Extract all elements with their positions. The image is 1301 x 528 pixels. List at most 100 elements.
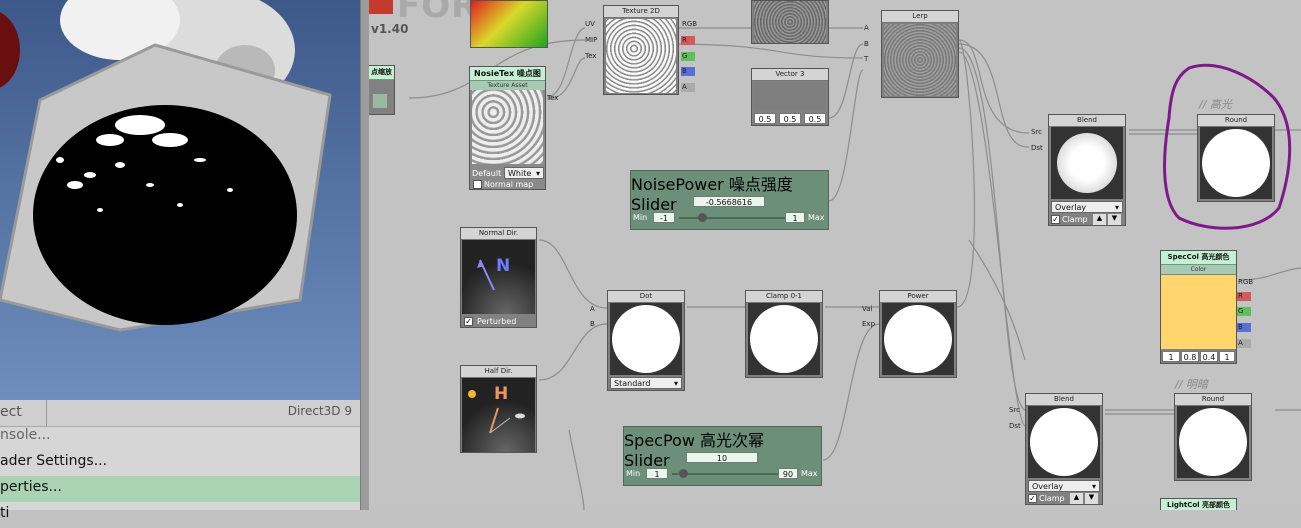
noise-power-track[interactable]	[679, 217, 785, 219]
lerp-node[interactable]: Lerp	[881, 10, 959, 98]
spec-col-g-field[interactable]: 0.8	[1181, 351, 1199, 362]
tex-output-port[interactable]: Tex	[547, 94, 558, 103]
texture2d-title: Texture 2D	[604, 6, 678, 18]
dot-node[interactable]: Dot Standard	[607, 290, 685, 391]
spec-g-swatch[interactable]: G	[1237, 307, 1251, 316]
blend-top-src-port[interactable]: Src	[1031, 128, 1042, 137]
round-bottom-node[interactable]: Round	[1174, 393, 1252, 481]
round-bottom-title: Round	[1175, 394, 1251, 406]
clamp01-sphere	[750, 305, 818, 373]
menu-item-shader-settings[interactable]: ader Settings...	[0, 450, 360, 476]
spec-b-swatch[interactable]: B	[1237, 323, 1251, 332]
normal-map-checkbox[interactable]	[473, 180, 482, 189]
lerp-b-port[interactable]: B	[864, 40, 869, 49]
panel-splitter[interactable]	[360, 0, 369, 510]
blend-top-clamp-label: Clamp	[1062, 215, 1088, 224]
blend-bottom-node[interactable]: Blend Overlay ✓ Clamp ▲ ▼	[1025, 393, 1103, 505]
noise-node-partial[interactable]	[751, 0, 829, 44]
lerp-a-port[interactable]: A	[864, 24, 869, 33]
normal-dir-title: Normal Dir.	[461, 228, 536, 240]
vector3-node[interactable]: Vector 3 0.5 0.5 0.5	[751, 68, 829, 126]
dot-mode-dropdown[interactable]: Standard	[610, 377, 682, 390]
power-node[interactable]: Power	[879, 290, 957, 378]
blend-top-sphere	[1057, 133, 1117, 193]
noise-power-thumb[interactable]	[698, 213, 708, 222]
spec-col-swatch[interactable]	[1161, 275, 1236, 349]
blend-top-mode-dropdown[interactable]: Overlay	[1051, 201, 1123, 214]
noise-power-value[interactable]: -0.5668616	[693, 196, 765, 207]
r-channel-swatch[interactable]: R	[681, 36, 695, 45]
noise-preview	[754, 1, 826, 43]
spec-pow-slider-node[interactable]: SpecPow 高光次幂 Slider 10 Min 1 90 Max	[623, 426, 822, 486]
dot-a-port[interactable]: A	[590, 305, 595, 314]
half-dir-node[interactable]: Half Dir. H	[460, 365, 537, 453]
spec-pow-thumb[interactable]	[678, 469, 688, 478]
panel-tab-label[interactable]: ect	[0, 404, 22, 420]
partial-node[interactable]: 点缩放	[369, 65, 395, 115]
move-up-button-2[interactable]: ▲	[1070, 493, 1083, 504]
spec-r-swatch[interactable]: R	[1237, 292, 1251, 301]
material-preview[interactable]	[0, 0, 360, 400]
perturbed-checkbox[interactable]: ✓	[464, 317, 473, 326]
blend-top-clamp-checkbox[interactable]: ✓	[1051, 215, 1060, 224]
mip-input-port[interactable]: MIP	[585, 36, 597, 45]
texture2d-node[interactable]: Texture 2D	[603, 5, 679, 95]
vector3-y-field[interactable]: 0.5	[779, 113, 801, 124]
power-exp-port[interactable]: Exp	[862, 320, 875, 329]
spec-pow-track[interactable]	[672, 473, 778, 475]
spec-pow-min-field[interactable]: 1	[646, 468, 668, 479]
spec-rgb-port[interactable]: RGB	[1238, 278, 1253, 287]
menu-item-console[interactable]: nsole...	[0, 424, 360, 450]
normal-dir-node[interactable]: Normal Dir. N ✓ Perturbed	[460, 227, 537, 328]
b-channel-swatch[interactable]: B	[681, 67, 695, 76]
panel-header-row: ect Direct3D 9	[0, 400, 360, 427]
menu-item-partial[interactable]: ti	[0, 502, 360, 528]
lerp-t-port[interactable]: T	[864, 55, 868, 64]
blend-bottom-src-port[interactable]: Src	[1009, 406, 1020, 415]
spec-col-b-field[interactable]: 0.4	[1200, 351, 1218, 362]
blend-bottom-dst-port[interactable]: Dst	[1009, 422, 1021, 431]
menu-item-properties[interactable]: perties...	[0, 476, 360, 502]
blend-top-dst-port[interactable]: Dst	[1031, 144, 1043, 153]
noise-tex-subtitle: Texture Asset	[470, 81, 545, 90]
g-channel-swatch[interactable]: G	[681, 52, 695, 61]
move-down-button[interactable]: ▼	[1108, 214, 1121, 225]
light-col-node[interactable]: LightCol 亮部颜色	[1160, 498, 1237, 510]
clamp01-node[interactable]: Clamp 0-1	[745, 290, 823, 378]
hand-drawn-annotation	[1163, 63, 1292, 230]
spec-a-swatch[interactable]: A	[1237, 339, 1251, 348]
spec-col-r-field[interactable]: 1	[1162, 351, 1180, 362]
noise-power-max-label: Max	[808, 213, 825, 222]
move-up-button[interactable]: ▲	[1093, 214, 1106, 225]
move-down-button-2[interactable]: ▼	[1085, 493, 1098, 504]
spec-pow-value[interactable]: 10	[686, 452, 758, 463]
renderer-label: Direct3D 9	[287, 404, 352, 418]
node-graph-canvas[interactable]: FORGE v1.40 点缩放 NosieTex 噪点图 Texture Ass…	[369, 0, 1301, 510]
spec-pow-max-field[interactable]: 90	[778, 468, 798, 479]
noise-tex-node[interactable]: NosieTex 噪点图 Texture Asset Default White…	[469, 66, 546, 190]
default-dropdown[interactable]: White	[504, 167, 544, 180]
blend-bottom-mode-dropdown[interactable]: Overlay	[1028, 480, 1100, 493]
power-title: Power	[880, 291, 956, 303]
normal-map-label: Normal map	[484, 180, 534, 189]
tex-input-port[interactable]: Tex	[585, 52, 596, 61]
power-val-port[interactable]: Val	[862, 305, 872, 314]
dot-b-port[interactable]: B	[590, 320, 595, 329]
blend-bottom-title: Blend	[1026, 394, 1102, 406]
spec-col-a-field[interactable]: 1	[1219, 351, 1235, 362]
spec-col-node[interactable]: SpecCol 高光颜色 Color 1 0.8 0.4 1	[1160, 250, 1237, 364]
noise-power-max-field[interactable]: 1	[785, 212, 805, 223]
normal-arrow-icon	[477, 259, 495, 291]
rgb-output-port[interactable]: RGB	[682, 20, 697, 29]
blend-bottom-clamp-checkbox[interactable]: ✓	[1028, 494, 1037, 503]
vector3-x-field[interactable]: 0.5	[754, 113, 776, 124]
noise-power-min-field[interactable]: -1	[653, 212, 675, 223]
vector3-z-field[interactable]: 0.5	[804, 113, 826, 124]
clamp01-title: Clamp 0-1	[746, 291, 822, 303]
a-channel-swatch[interactable]: A	[681, 83, 695, 92]
half-dir-title: Half Dir.	[461, 366, 536, 378]
noise-power-slider-node[interactable]: NoisePower 噪点强度 Slider -0.5668616 Min -1…	[630, 170, 829, 230]
half-glyph: H	[494, 384, 509, 404]
uv-input-port[interactable]: UV	[585, 20, 595, 29]
blend-top-node[interactable]: Blend Overlay ✓ Clamp ▲ ▼	[1048, 114, 1126, 226]
